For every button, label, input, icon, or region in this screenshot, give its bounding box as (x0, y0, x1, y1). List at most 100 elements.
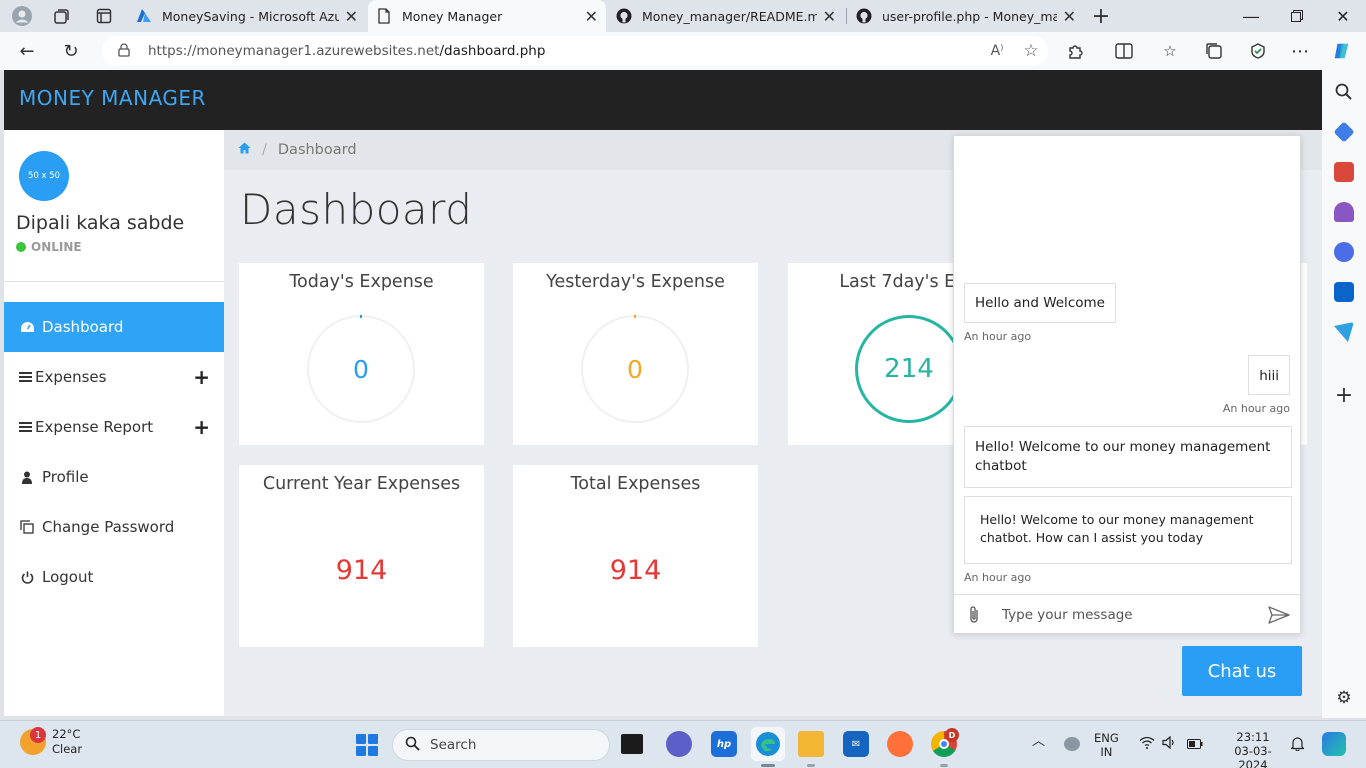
send-icon[interactable] (1258, 605, 1300, 624)
breadcrumb-current: Dashboard (277, 142, 357, 158)
clock[interactable]: 23:11 03-03-2024 (1220, 730, 1286, 768)
copilot-preview-icon[interactable] (1322, 732, 1346, 756)
tab-actions-icon[interactable] (94, 6, 114, 26)
url-text: https://moneymanager1.azurewebsites.net/… (148, 43, 546, 59)
card-current-year-expenses: Current Year Expenses 914 (239, 465, 484, 647)
profile-icon[interactable] (12, 6, 32, 26)
card-value: 214 (884, 354, 934, 384)
more-options-icon[interactable]: ⋯ (1290, 41, 1310, 62)
tab-github-profile[interactable]: user-profile.php - Money_manag ✕ (848, 0, 1084, 32)
sidebar-item-label: Logout (42, 568, 94, 586)
battery-icon[interactable] (1187, 738, 1203, 752)
tab-title: Money_manager/README.md at (642, 8, 817, 24)
show-hidden-icons-icon[interactable]: ︿ (1032, 735, 1045, 749)
sidebar-item-label: Dashboard (42, 318, 124, 336)
sidebar-settings-icon[interactable]: ⚙ (1334, 688, 1354, 708)
sidebar-item-profile[interactable]: Profile (4, 452, 224, 502)
user-name: Dipali kaka sabde (16, 212, 185, 234)
brand-logo[interactable]: MONEY MANAGER (19, 86, 206, 110)
chat-timestamp: An hour ago (964, 330, 1032, 343)
hp-app-icon[interactable]: hp (711, 731, 737, 757)
shopping-tag-icon[interactable] (1333, 121, 1355, 143)
windows-start-icon[interactable] (356, 734, 378, 756)
progress-ring: 0 (307, 315, 415, 423)
wifi-icon[interactable] (1139, 736, 1155, 752)
sidebar-item-expense-report[interactable]: Expense Report + (4, 402, 224, 452)
favorite-star-icon[interactable]: ☆ (1014, 41, 1048, 61)
sidebar-item-label: Change Password (42, 518, 175, 536)
taskbar-search[interactable]: Search (392, 729, 610, 761)
mail-icon[interactable]: ✉ (843, 731, 869, 757)
favorites-icon[interactable]: ☆ (1160, 41, 1180, 61)
file-explorer-icon[interactable] (798, 731, 824, 757)
games-icon[interactable] (1334, 202, 1354, 222)
search-icon[interactable] (1334, 82, 1354, 102)
back-icon[interactable]: ← (16, 40, 38, 62)
edge-sidebar: + ⚙ (1322, 70, 1366, 718)
close-tab-icon[interactable]: ✕ (585, 7, 598, 26)
edge-browser-icon[interactable] (751, 727, 785, 761)
sidebar-item-dashboard[interactable]: Dashboard (4, 302, 224, 352)
github-icon (856, 8, 872, 24)
copilot-icon[interactable] (1332, 41, 1352, 61)
firefox-icon[interactable] (887, 731, 913, 757)
teams-chat-icon[interactable] (666, 731, 692, 757)
home-icon[interactable] (238, 142, 251, 158)
close-tab-icon[interactable]: ✕ (345, 7, 358, 26)
chat-timestamp: An hour ago (964, 571, 1032, 584)
close-tab-icon[interactable]: ✕ (1063, 7, 1076, 26)
sidebar-item-expenses[interactable]: Expenses + (4, 352, 224, 402)
sidebar-item-change-password[interactable]: Change Password (4, 502, 224, 552)
tab-title: MoneySaving - Microsoft Azure (162, 8, 339, 24)
active-app-indicator (761, 764, 775, 767)
expand-plus-icon[interactable]: + (193, 365, 210, 389)
region-code: IN (1100, 745, 1113, 759)
card-total-expenses: Total Expenses 914 (513, 465, 758, 647)
language-code: ENG (1094, 731, 1119, 745)
task-view-icon[interactable] (621, 734, 643, 754)
expand-plus-icon[interactable]: + (193, 415, 210, 439)
minimize-icon[interactable]: ― (1228, 0, 1274, 32)
microsoft-365-icon[interactable] (1334, 242, 1354, 262)
add-sidebar-app-icon[interactable]: + (1334, 385, 1354, 407)
status-badge: ONLINE (16, 240, 82, 254)
browser-essentials-icon[interactable] (1248, 41, 1268, 61)
close-window-icon[interactable]: ✕ (1320, 0, 1366, 32)
card-value: 914 (609, 555, 662, 586)
tab-separator (846, 8, 847, 24)
volume-icon[interactable] (1162, 735, 1176, 752)
split-screen-icon[interactable] (1114, 41, 1134, 61)
open-app-indicator (940, 764, 948, 767)
search-label: Search (430, 737, 477, 753)
weather-text: 22°C Clear (52, 727, 82, 757)
page-icon (376, 8, 392, 24)
card-yesterdays-expense: Yesterday's Expense 0 (513, 263, 758, 445)
network-status-icon[interactable] (1064, 737, 1080, 751)
lock-icon[interactable] (118, 42, 138, 61)
tab-money-manager[interactable]: Money Manager ✕ (368, 0, 606, 32)
attachment-icon[interactable] (954, 605, 994, 625)
extensions-icon[interactable] (1066, 41, 1086, 61)
close-tab-icon[interactable]: ✕ (823, 7, 836, 26)
weather-widget[interactable]: 1 22°C Clear (20, 727, 82, 757)
read-aloud-icon[interactable]: A) (980, 43, 1014, 59)
refresh-icon[interactable]: ↻ (60, 40, 82, 62)
tab-azure[interactable]: MoneySaving - Microsoft Azure ✕ (128, 0, 366, 32)
notification-bell-icon[interactable] (1290, 736, 1305, 754)
language-indicator[interactable]: ENG IN (1094, 731, 1119, 759)
tab-github-readme[interactable]: Money_manager/README.md at ✕ (608, 0, 844, 32)
chat-us-button[interactable]: Chat us (1182, 646, 1302, 696)
open-app-indicator (807, 764, 815, 767)
sidebar-item-logout[interactable]: Logout (4, 552, 224, 602)
collections-icon[interactable] (1204, 41, 1224, 61)
chat-timestamp: An hour ago (1222, 402, 1290, 415)
restore-icon[interactable] (1274, 0, 1320, 32)
outlook-icon[interactable] (1334, 282, 1354, 302)
drop-icon[interactable] (1334, 322, 1354, 342)
tools-icon[interactable] (1334, 162, 1354, 182)
address-bar[interactable]: https://moneymanager1.azurewebsites.net/… (102, 36, 1048, 66)
new-tab-icon[interactable]: + (1091, 4, 1111, 29)
browser-tab-bar: MoneySaving - Microsoft Azure ✕ Money Ma… (0, 0, 1366, 32)
chat-message-input[interactable] (1002, 606, 1258, 623)
workspaces-icon[interactable] (52, 6, 72, 26)
